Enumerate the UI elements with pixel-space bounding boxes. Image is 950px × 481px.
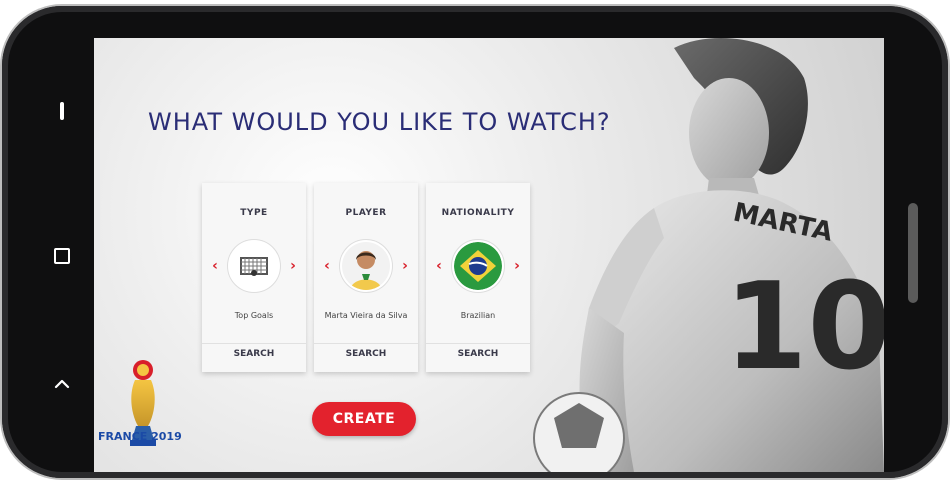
chevron-right-icon[interactable]: › [288, 259, 298, 273]
brazil-flag-icon [452, 240, 504, 292]
player-search-button[interactable]: SEARCH [314, 349, 418, 359]
chevron-left-icon[interactable]: ‹ [322, 259, 332, 273]
nav-back-button[interactable] [42, 91, 82, 131]
type-search-button[interactable]: SEARCH [202, 349, 306, 359]
world-cup-trophy-logo [130, 360, 156, 446]
card-value: Brazilian [460, 311, 496, 320]
nationality-search-button[interactable]: SEARCH [426, 349, 530, 359]
logo-text: FRANCE 2019 [98, 430, 182, 443]
chevron-left-icon[interactable]: ‹ [210, 259, 220, 273]
filter-cards: TYPE ‹ › Top Goals SEARCH PLAYER ‹ › Mar… [202, 183, 530, 372]
chevron-right-icon[interactable]: › [400, 259, 410, 273]
type-card: TYPE ‹ › Top Goals SEARCH [202, 183, 306, 372]
back-bar-icon [60, 102, 64, 120]
player-photo: MARTA 10 [533, 38, 884, 472]
player-avatar [340, 240, 392, 292]
nav-home-button[interactable] [42, 236, 82, 276]
card-value: Top Goals [234, 311, 274, 320]
card-selector: ‹ › [314, 240, 418, 292]
goal-net-icon [228, 240, 280, 292]
side-button[interactable] [908, 203, 918, 303]
jersey-number: 10 [724, 258, 884, 397]
chevron-right-icon[interactable]: › [512, 259, 522, 273]
nationality-card: NATIONALITY ‹ › Brazilian SEARCH [426, 183, 530, 372]
card-divider [202, 343, 306, 344]
nav-recent-button[interactable] [42, 364, 82, 404]
chevron-left-icon[interactable]: ‹ [434, 259, 444, 273]
home-square-icon [54, 248, 70, 264]
card-selector: ‹ › [202, 240, 306, 292]
card-divider [426, 343, 530, 344]
card-title: TYPE [240, 208, 268, 218]
player-card: PLAYER ‹ › Marta Vieira da Silva SEARCH [314, 183, 418, 372]
phone-frame: MARTA 10 WHAT WOULD YOU LIKE TO WATCH? T… [2, 6, 948, 478]
app-screen: MARTA 10 WHAT WOULD YOU LIKE TO WATCH? T… [94, 38, 884, 472]
page-title: WHAT WOULD YOU LIKE TO WATCH? [148, 108, 611, 136]
up-caret-icon [54, 379, 70, 389]
card-title: PLAYER [345, 208, 387, 218]
card-divider [314, 343, 418, 344]
create-button[interactable]: CREATE [312, 402, 416, 436]
card-title: NATIONALITY [441, 208, 515, 218]
card-value: Marta Vieira da Silva [324, 311, 408, 320]
card-selector: ‹ › [426, 240, 530, 292]
